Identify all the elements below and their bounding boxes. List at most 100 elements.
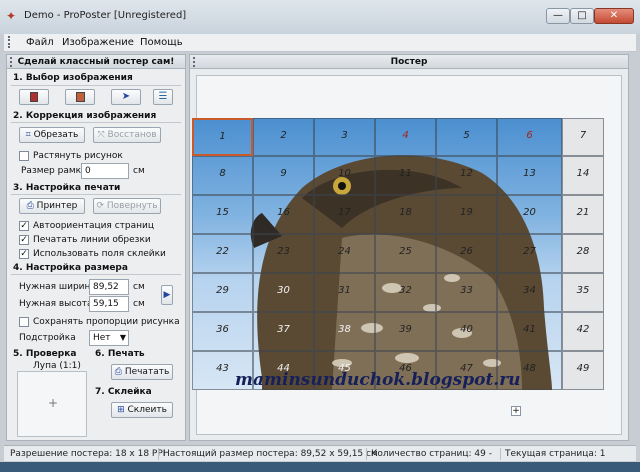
poster-tile[interactable]: 35 [562,273,604,312]
divider [11,274,181,275]
printer-button[interactable]: ⎙ Принтер [19,198,85,214]
poster-tile[interactable]: 14 [562,156,604,195]
poster-tile[interactable]: 8 [192,156,253,195]
add-icon[interactable]: + [511,406,521,416]
glue-button[interactable]: ⊞ Склеить [111,402,173,418]
minimize-button[interactable]: — [546,8,570,24]
menu-bar: Файл Изображение Помощь [4,34,636,52]
poster-tile[interactable]: 34 [497,273,562,312]
poster-tile[interactable]: 4 [375,118,436,156]
poster-tile[interactable]: 37 [253,312,314,351]
poster-tile[interactable]: 38 [314,312,375,351]
poster-tile[interactable]: 28 [562,234,604,273]
divider [11,122,181,123]
play-icon: ▶ [163,290,171,300]
paste-image-button[interactable] [65,89,95,105]
auto-orient-checkbox[interactable]: ✓ [19,221,29,231]
poster-tile[interactable]: 29 [192,273,253,312]
poster-tile[interactable]: 19 [436,195,497,234]
keep-ratio-checkbox[interactable] [19,317,29,327]
height-label: Нужная высота [19,299,93,309]
arrow-right-icon: ➤ [121,91,131,102]
poster-tile[interactable]: 3 [314,118,375,156]
poster-panel-title: Постер [390,57,428,67]
more-sources-button[interactable]: ☰ [153,89,173,105]
print-cut-lines-label: Печатать линии обрезки [33,235,151,245]
clipboard-icon [75,92,85,102]
poster-panel-header: Постер [190,55,628,69]
poster-tile[interactable]: 26 [436,234,497,273]
width-unit: см [133,282,145,292]
apply-size-button[interactable]: ▶ [161,285,173,305]
poster-tile[interactable]: 39 [375,312,436,351]
poster-tile[interactable]: 33 [436,273,497,312]
restore-button[interactable]: ⤧ Восстанов [93,127,161,143]
poster-tile[interactable]: 20 [497,195,562,234]
maximize-button[interactable]: □ [570,8,594,24]
close-button[interactable]: ✕ [594,8,634,24]
poster-tile[interactable]: 31 [314,273,375,312]
section-glue: 7. Склейка [95,387,152,397]
poster-tile[interactable]: 13 [497,156,562,195]
scan-image-button[interactable]: ➤ [111,89,141,105]
poster-tile[interactable]: 1 [192,118,253,156]
magnifier-preview[interactable]: + [17,371,87,437]
height-input[interactable]: 59,15 [89,296,129,312]
open-image-button[interactable] [19,89,49,105]
frame-size-input[interactable]: 0 [81,163,129,179]
poster-tile[interactable]: 12 [436,156,497,195]
glue-margins-checkbox[interactable]: ✓ [19,249,29,259]
poster-tile[interactable]: 30 [253,273,314,312]
poster-tile[interactable]: 24 [314,234,375,273]
crop-button[interactable]: ⌗ Обрезать [19,127,85,143]
height-unit: см [133,299,145,309]
print-cut-lines-checkbox[interactable]: ✓ [19,235,29,245]
poster-tile[interactable]: 18 [375,195,436,234]
poster-tile[interactable]: 6 [497,118,562,156]
restore-icon: ⤧ [97,130,105,140]
poster-tile[interactable]: 15 [192,195,253,234]
section-print-setup: 3. Настройка печати [13,183,121,193]
poster-tile[interactable]: 41 [497,312,562,351]
poster-tile[interactable]: 23 [253,234,314,273]
crop-button-label: Обрезать [33,130,79,140]
poster-tile[interactable]: 7 [562,118,604,156]
menu-image[interactable]: Изображение [62,37,134,48]
poster-tile[interactable]: 40 [436,312,497,351]
poster-tile[interactable]: 42 [562,312,604,351]
status-current-page: Текущая страница: 1 [500,448,605,460]
poster-tile[interactable]: 10 [314,156,375,195]
rotate-icon: ⟳ [96,201,105,211]
title-bar: ✦ Demo - ProPoster [Unregistered] — □ ✕ [0,0,640,34]
keep-ratio-label: Сохранять пропорции рисунка [33,317,180,327]
poster-tile[interactable]: 25 [375,234,436,273]
poster-tile[interactable]: 49 [562,351,604,390]
adjust-select[interactable]: Нет ▼ [89,330,129,346]
poster-tile[interactable]: 16 [253,195,314,234]
print-button-label: Печатать [124,367,170,377]
rotate-button-label: Повернуть [106,201,158,211]
rotate-button[interactable]: ⟳ Повернуть [93,198,161,214]
poster-tile[interactable]: 22 [192,234,253,273]
stretch-checkbox[interactable] [19,151,29,161]
poster-tile[interactable]: 17 [314,195,375,234]
poster-tile[interactable]: 9 [253,156,314,195]
taskbar [0,462,640,472]
poster-tile[interactable]: 11 [375,156,436,195]
printer-button-label: Принтер [36,201,78,211]
poster-tile[interactable]: 5 [436,118,497,156]
poster-tile[interactable]: 36 [192,312,253,351]
menu-help[interactable]: Помощь [140,37,183,48]
poster-tile[interactable]: 21 [562,195,604,234]
print-button[interactable]: ⎙ Печатать [111,364,173,380]
poster-tile[interactable]: 27 [497,234,562,273]
frame-size-label: Размер рамки [21,166,87,176]
width-input[interactable]: 89,52 [89,279,129,295]
poster-preview[interactable]: 1 2 3 4 5 6 7 8 9 10 11 12 13 14 15 16 17 18 19 20 21 22 23 24 2… [192,118,604,390]
panel-grip [10,57,13,67]
poster-tile[interactable]: 32 [375,273,436,312]
status-actual-size: Настоящий размер постера: 89,52 x 59,15 … [158,448,378,460]
crosshair-icon: + [48,396,59,410]
poster-tile[interactable]: 2 [253,118,314,156]
menu-file[interactable]: Файл [26,37,54,48]
